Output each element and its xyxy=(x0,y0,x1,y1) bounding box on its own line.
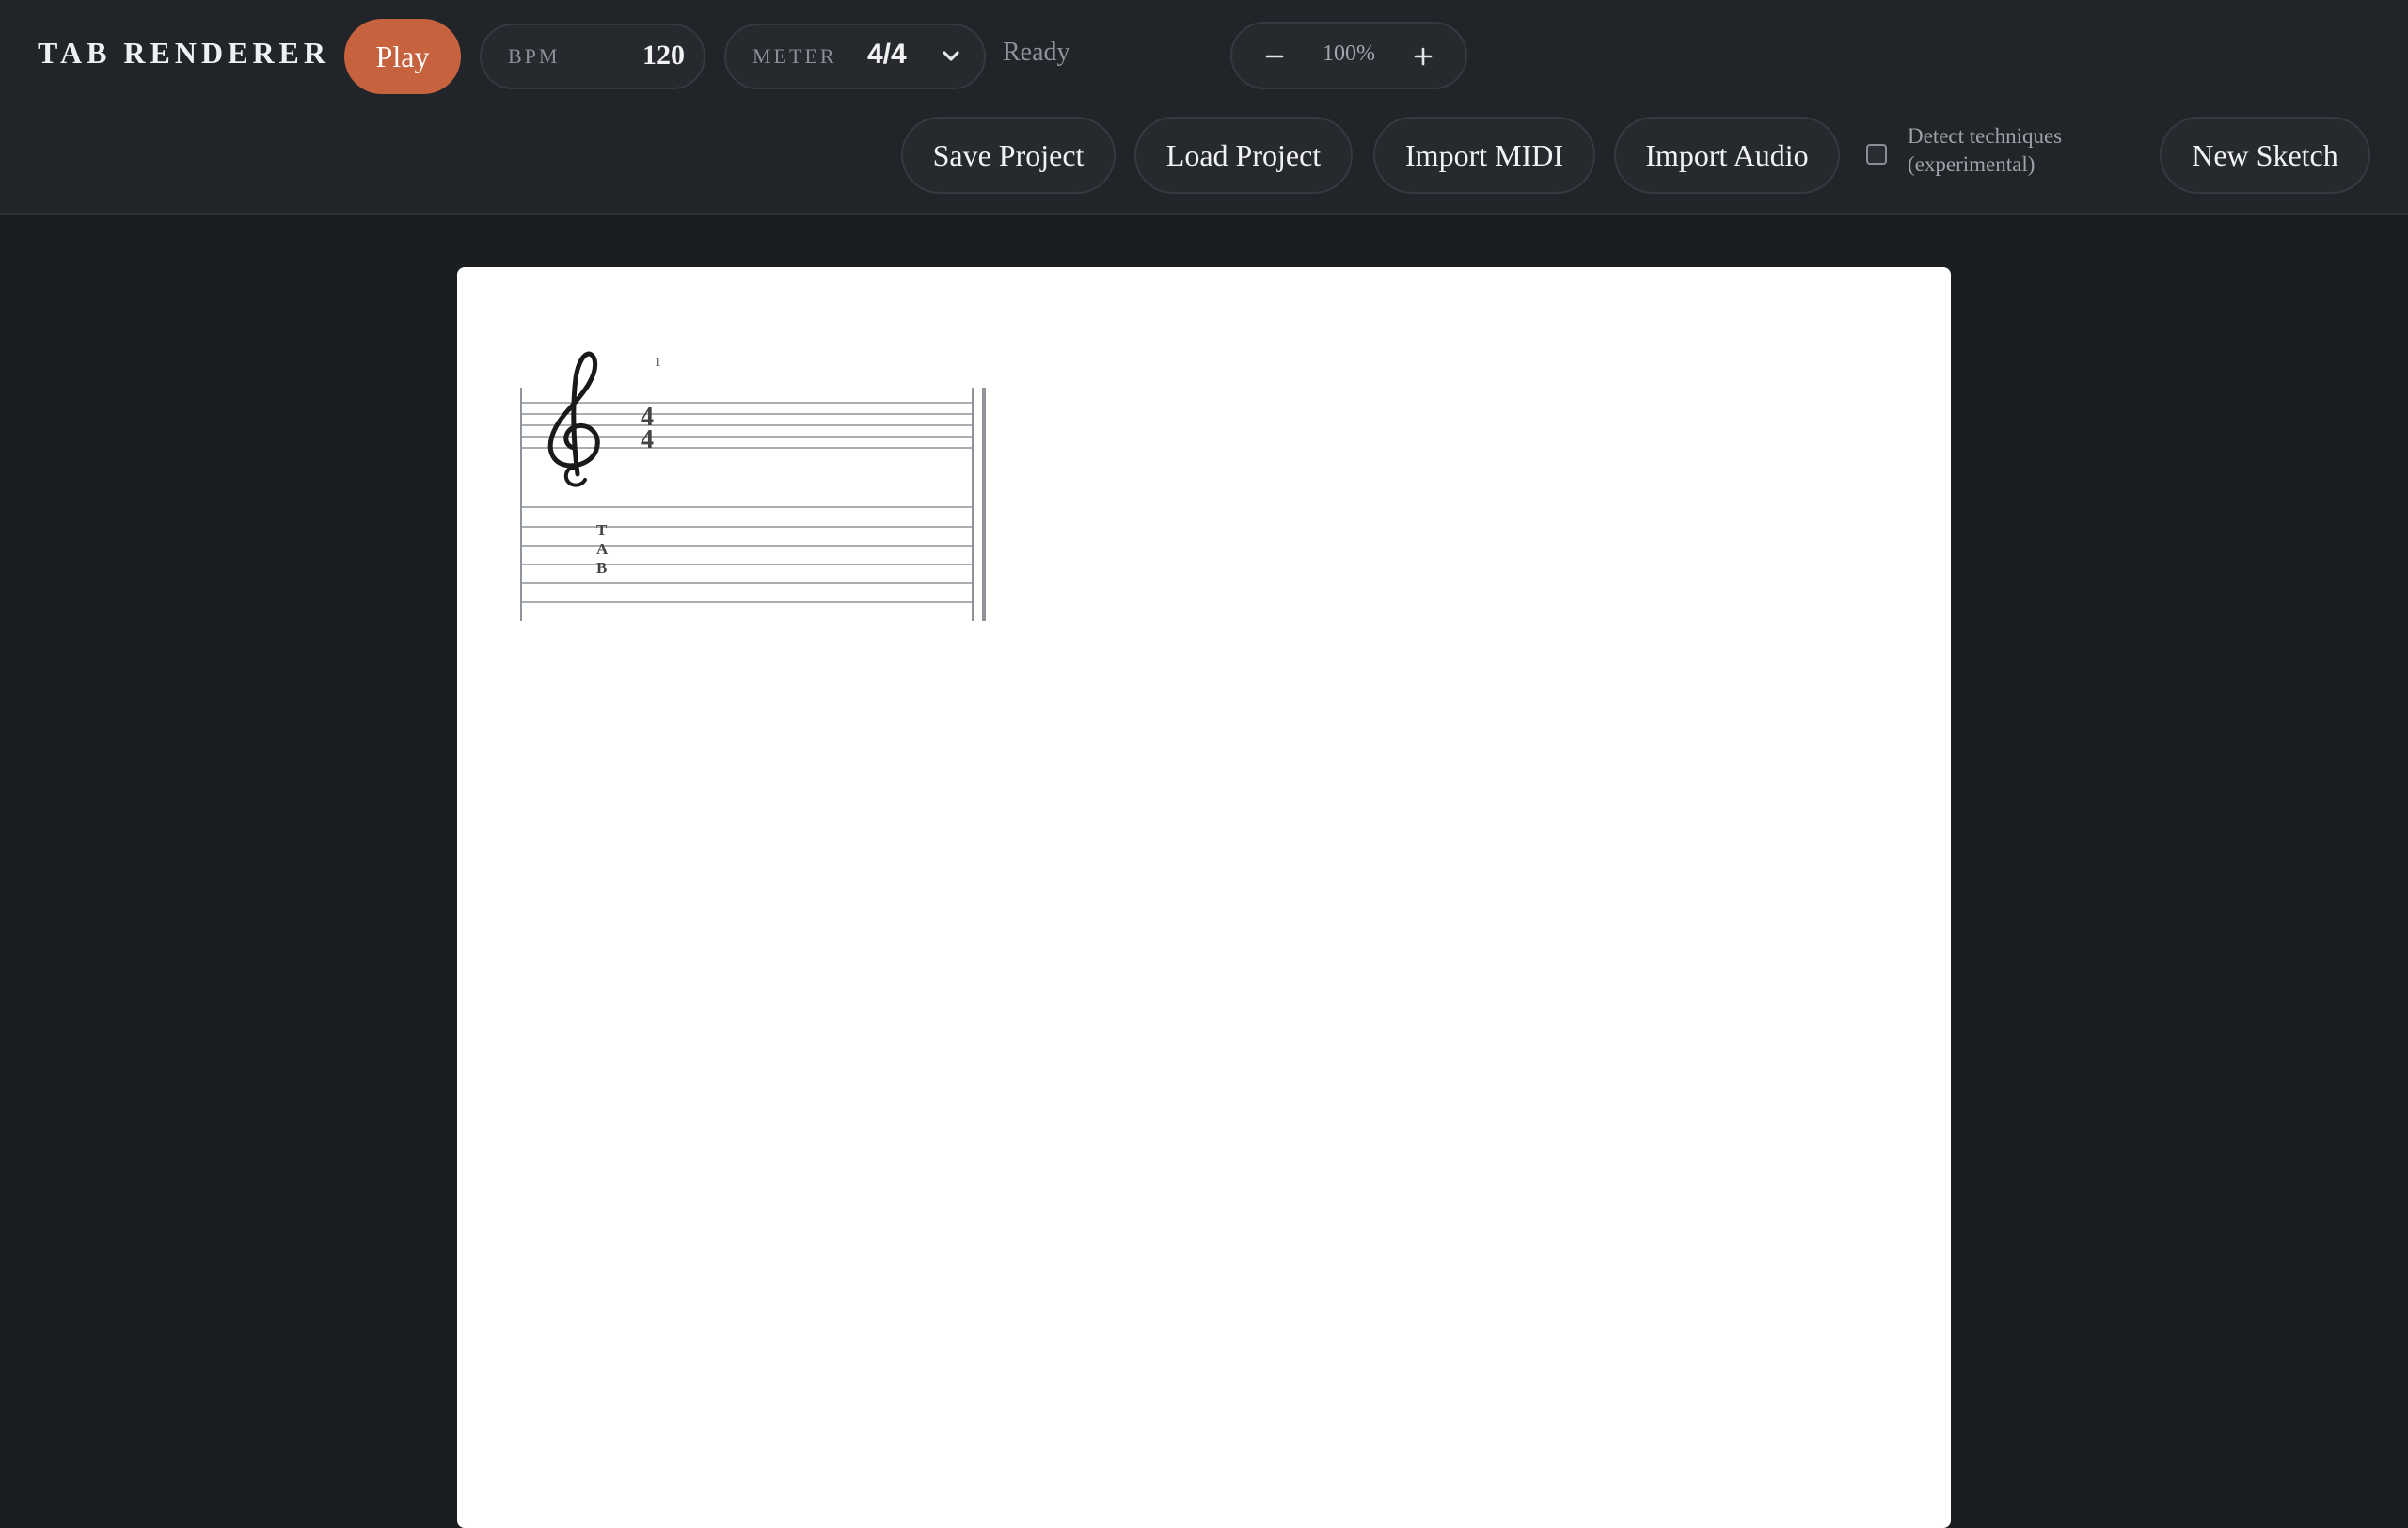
new-sketch-button[interactable]: New Sketch xyxy=(2160,117,2370,194)
plus-icon[interactable] xyxy=(1400,33,1447,80)
load-project-button[interactable]: Load Project xyxy=(1134,117,1353,194)
meter-select[interactable]: METER 4/4 xyxy=(724,24,986,89)
import-audio-button[interactable]: Import Audio xyxy=(1614,117,1840,194)
measure-number: 1 xyxy=(655,356,661,370)
tab-letter-t: T xyxy=(596,521,608,539)
top-toolbar: TAB RENDERER Play BPM 120 METER 4/4 Read… xyxy=(0,0,2408,215)
time-signature-bottom: 4 xyxy=(641,425,654,454)
zoom-control: 100% xyxy=(1230,22,1467,89)
tab-letter-a: A xyxy=(596,540,609,558)
bpm-value[interactable]: 120 xyxy=(642,40,685,72)
treble-clef-icon xyxy=(547,351,600,487)
save-project-button[interactable]: Save Project xyxy=(901,117,1116,194)
tab-letter-b: B xyxy=(596,559,607,577)
import-midi-button[interactable]: Import MIDI xyxy=(1373,117,1595,194)
chevron-down-icon[interactable] xyxy=(939,44,963,69)
detect-techniques-checkbox[interactable] xyxy=(1866,144,1887,165)
meter-label: METER xyxy=(752,44,837,68)
status-text: Ready xyxy=(1003,38,1070,67)
score-sheet[interactable]: 1 4 4 T A B xyxy=(457,267,1951,1528)
app-title: TAB RENDERER xyxy=(38,36,330,70)
score-canvas[interactable]: 1 4 4 T A B xyxy=(457,267,1951,1528)
bpm-label: BPM xyxy=(508,44,561,68)
meter-value[interactable]: 4/4 xyxy=(867,39,907,71)
tab-staff xyxy=(521,506,973,603)
play-button[interactable]: Play xyxy=(344,19,461,94)
detect-techniques-label[interactable]: Detect techniques (experimental) xyxy=(1908,122,2133,179)
bpm-field[interactable]: BPM 120 xyxy=(480,24,705,89)
